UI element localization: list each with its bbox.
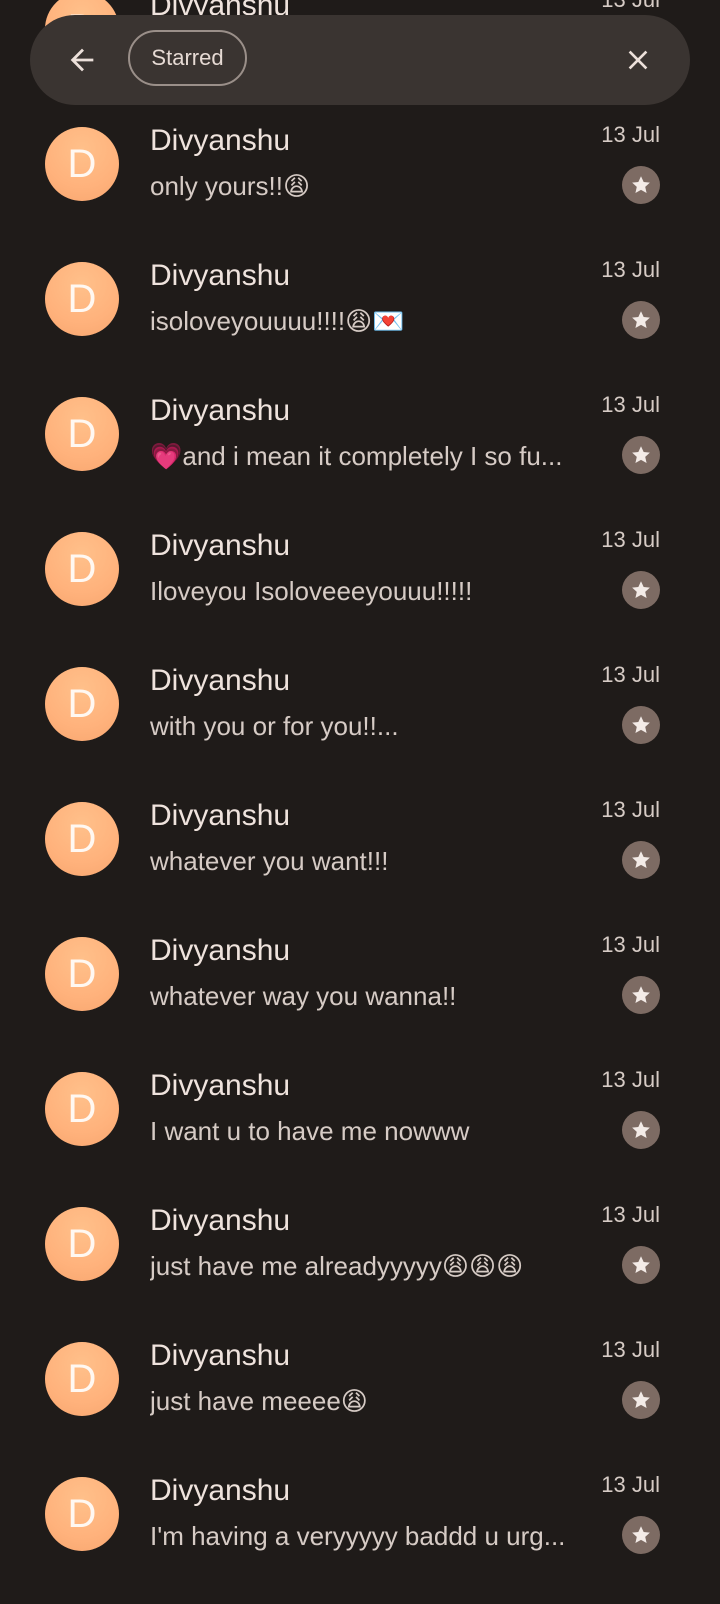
avatar: D <box>45 1342 119 1416</box>
avatar: D <box>45 397 119 471</box>
list-item[interactable]: D Divyanshu 13 Jul whatever you want!!! <box>0 794 720 929</box>
star-icon[interactable] <box>622 1516 660 1554</box>
message-snippet: 💗and i mean it completely I so fu... <box>150 441 563 471</box>
message-snippet: whatever way you wanna!! <box>150 981 457 1011</box>
message-date: 13 Jul <box>601 1472 660 1497</box>
sender-name: Divyanshu <box>150 799 291 832</box>
sender-name: Divyanshu <box>150 1204 291 1237</box>
avatar: D <box>45 1477 119 1551</box>
list-item[interactable]: D Divyanshu 13 Jul 💗and i mean it comple… <box>0 389 720 524</box>
sender-name: Divyanshu <box>150 664 291 697</box>
message-snippet: I'm having a veryyyyy baddd u urg... <box>150 1521 566 1551</box>
list-item[interactable]: D Divyanshu 13 Jul I want u to have me n… <box>0 1064 720 1199</box>
message-date: 13 Jul <box>601 392 660 417</box>
message-date: 13 Jul <box>601 1202 660 1227</box>
message-snippet: only yours!!😩 <box>150 171 311 201</box>
message-date: 13 Jul <box>601 122 660 147</box>
message-snippet: whatever you want!!! <box>150 846 389 876</box>
sender-name: Divyanshu <box>150 259 291 292</box>
star-icon[interactable] <box>622 1246 660 1284</box>
list-item[interactable]: D Divyanshu 13 Jul just have me alreadyy… <box>0 1199 720 1334</box>
list-item[interactable]: D Divyanshu 13 Jul with you or for you!!… <box>0 659 720 794</box>
message-snippet: with you or for you!!... <box>150 711 399 741</box>
message-date: 13 Jul <box>601 932 660 957</box>
avatar: D <box>45 937 119 1011</box>
sender-name: Divyanshu <box>150 934 291 967</box>
message-snippet: just have me alreadyyyyy😩😩😩 <box>150 1251 524 1281</box>
star-icon[interactable] <box>622 841 660 879</box>
avatar: D <box>45 802 119 876</box>
message-date: 13 Jul <box>601 0 660 13</box>
message-snippet: just have meeee😩 <box>150 1386 368 1416</box>
search-bar: Starred <box>30 15 690 105</box>
message-snippet: Iloveyou Isoloveeeyouuu!!!!! <box>150 576 473 606</box>
list-item[interactable]: D Divyanshu 13 Jul whatever way you wann… <box>0 929 720 1064</box>
star-icon[interactable] <box>622 571 660 609</box>
avatar: D <box>45 532 119 606</box>
close-icon[interactable] <box>614 36 662 84</box>
sender-name: Divyanshu <box>150 1339 291 1372</box>
message-date: 13 Jul <box>601 797 660 822</box>
list-item[interactable]: D Divyanshu 13 Jul only yours!!😩 <box>0 119 720 254</box>
avatar: D <box>45 1207 119 1281</box>
star-icon[interactable] <box>622 166 660 204</box>
sender-name: Divyanshu <box>150 1069 291 1102</box>
message-snippet: I want u to have me nowww <box>150 1116 470 1146</box>
star-icon[interactable] <box>622 1111 660 1149</box>
list-item[interactable]: D Divyanshu 13 Jul Iloveyou Isoloveeeyou… <box>0 524 720 659</box>
avatar: D <box>45 262 119 336</box>
message-date: 13 Jul <box>601 527 660 552</box>
message-date: 13 Jul <box>601 257 660 282</box>
sender-name: Divyanshu <box>150 124 291 157</box>
sender-name: Divyanshu <box>150 394 291 427</box>
message-snippet: isoloveyouuuu!!!!😩💌 <box>150 306 405 336</box>
arrow-back-icon[interactable] <box>58 36 106 84</box>
star-icon[interactable] <box>622 301 660 339</box>
avatar: D <box>45 127 119 201</box>
star-icon[interactable] <box>622 706 660 744</box>
list-item[interactable]: D Divyanshu 13 Jul just have meeee😩 <box>0 1334 720 1469</box>
starred-filter-chip[interactable]: Starred <box>128 30 247 86</box>
message-date: 13 Jul <box>601 1067 660 1092</box>
list-item[interactable]: D Divyanshu 13 Jul I'm having a veryyyyy… <box>0 1469 720 1604</box>
sender-name: Divyanshu <box>150 1474 291 1507</box>
message-list: D Divyanshu 13 Jul D Divyanshu 13 Jul on… <box>0 0 720 1604</box>
avatar: D <box>45 1072 119 1146</box>
list-item[interactable]: D Divyanshu 13 Jul isoloveyouuuu!!!!😩💌 <box>0 254 720 389</box>
message-date: 13 Jul <box>601 1337 660 1362</box>
message-date: 13 Jul <box>601 662 660 687</box>
star-icon[interactable] <box>622 436 660 474</box>
sender-name: Divyanshu <box>150 529 291 562</box>
star-icon[interactable] <box>622 976 660 1014</box>
avatar: D <box>45 667 119 741</box>
star-icon[interactable] <box>622 1381 660 1419</box>
